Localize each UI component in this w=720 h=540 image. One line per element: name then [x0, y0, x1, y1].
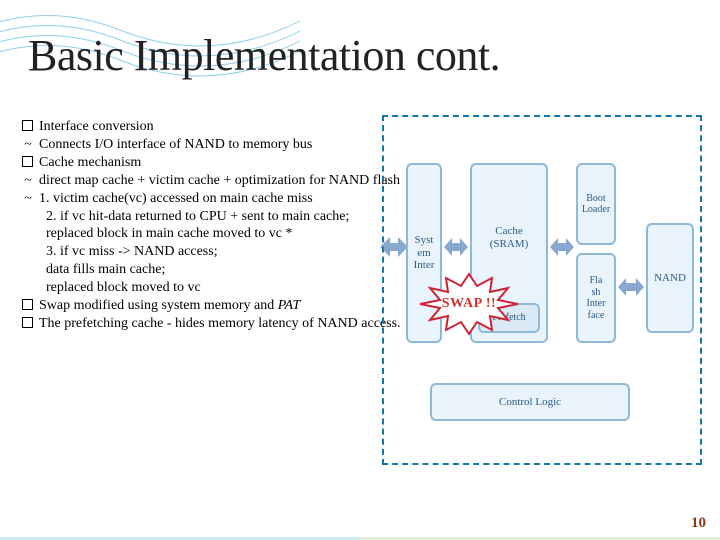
- tilde-icon: ~: [22, 136, 34, 154]
- checkbox-icon: [22, 317, 33, 328]
- body-text: Interface conversion ~ Connects I/O inter…: [22, 118, 442, 333]
- bullet: Connects I/O interface of NAND to memory…: [39, 136, 312, 154]
- bullet: direct map cache + victim cache + optimi…: [39, 172, 400, 190]
- bullet: The prefetching cache - hides memory lat…: [39, 315, 401, 333]
- block-boot-loader: Boot Loader: [576, 163, 616, 245]
- bullet: Cache mechanism: [39, 154, 141, 172]
- swap-callout-text: SWAP !!: [414, 272, 524, 336]
- tilde-icon: ~: [22, 172, 34, 190]
- bullet: 3. if vc miss -> NAND access;: [22, 243, 442, 261]
- bullet: Swap modified using system memory and PA…: [39, 297, 300, 315]
- swap-callout: SWAP !!: [414, 272, 524, 336]
- checkbox-icon: [22, 299, 33, 310]
- block-nand: NAND: [646, 223, 694, 333]
- slide-title: Basic Implementation cont.: [28, 30, 500, 81]
- bullet: replaced block in main cache moved to vc…: [22, 225, 442, 243]
- bullet: 2. if vc hit-data returned to CPU + sent…: [22, 208, 442, 226]
- bullet: replaced block moved to vc: [22, 279, 442, 297]
- tilde-icon: ~: [22, 190, 34, 208]
- bullet: Interface conversion: [39, 118, 154, 136]
- checkbox-icon: [22, 120, 33, 131]
- block-control-logic: Control Logic: [430, 383, 630, 421]
- page-number: 10: [691, 515, 706, 532]
- bullet: 1. victim cache(vc) accessed on main cac…: [39, 190, 313, 208]
- bullet: data fills main cache;: [22, 261, 442, 279]
- checkbox-icon: [22, 156, 33, 167]
- block-flash-interface: Fla sh Inter face: [576, 253, 616, 343]
- slide: Basic Implementation cont. Interface con…: [0, 0, 720, 540]
